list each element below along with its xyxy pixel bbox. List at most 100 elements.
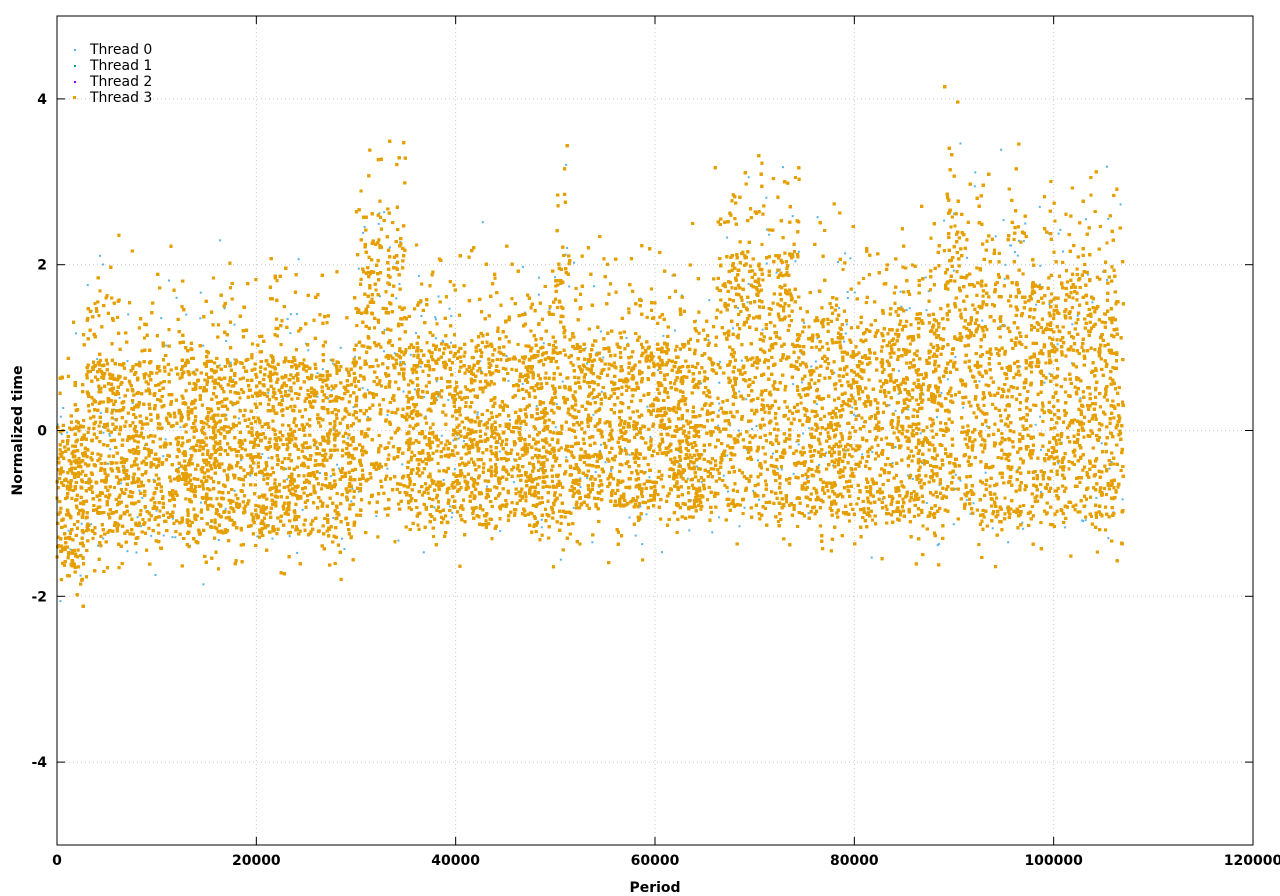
data-point (981, 320, 983, 322)
data-point (595, 471, 597, 473)
data-point (1122, 498, 1124, 500)
data-point (726, 455, 728, 457)
data-point (138, 490, 140, 492)
data-point (766, 262, 768, 264)
data-point (1044, 382, 1046, 384)
data-point (745, 398, 747, 400)
data-point (843, 341, 845, 343)
data-point (629, 517, 631, 519)
data-point (200, 502, 202, 504)
data-point (90, 523, 92, 525)
data-point (317, 396, 319, 398)
data-point (435, 318, 437, 320)
data-point (261, 453, 263, 455)
data-point (718, 409, 720, 411)
data-point (954, 356, 956, 358)
data-point (1085, 519, 1087, 521)
data-point (383, 350, 385, 352)
data-point (1039, 206, 1041, 208)
data-point (591, 541, 593, 543)
data-point (593, 285, 595, 287)
data-point (99, 255, 101, 257)
data-point (953, 523, 955, 525)
data-point (395, 297, 397, 299)
data-point (940, 392, 942, 394)
data-point (225, 508, 227, 510)
data-point (758, 499, 760, 501)
data-point (507, 380, 509, 382)
data-point (127, 313, 129, 315)
data-point (1095, 497, 1097, 499)
data-point (894, 446, 896, 448)
data-point (947, 378, 949, 380)
data-point (1091, 301, 1093, 303)
data-point (249, 475, 251, 477)
points-layer (56, 85, 1125, 608)
data-point (943, 220, 945, 222)
data-point (794, 260, 796, 262)
data-point (732, 327, 734, 329)
data-point (137, 516, 139, 518)
data-point (846, 323, 848, 325)
data-point (888, 404, 890, 406)
data-point (808, 512, 810, 514)
data-point (845, 332, 847, 334)
data-point (966, 499, 968, 501)
data-point (1040, 491, 1042, 493)
data-point (688, 529, 690, 531)
data-point (723, 475, 725, 477)
data-point (513, 481, 515, 483)
data-point (451, 512, 453, 514)
data-point (343, 548, 345, 550)
grid-layer (57, 16, 1253, 845)
data-point (719, 361, 721, 363)
data-point (538, 294, 540, 296)
data-point (202, 583, 204, 585)
data-point (450, 342, 452, 344)
data-point (600, 330, 602, 332)
scatter-chart: 0 20000 40000 60000 80000 100000 120000-4-2024… (0, 0, 1280, 896)
data-point (556, 403, 558, 405)
data-point (959, 480, 961, 482)
data-point (436, 380, 438, 382)
data-point (1004, 278, 1006, 280)
data-point (476, 414, 478, 416)
data-point (909, 307, 911, 309)
data-point (641, 543, 643, 545)
data-point (748, 176, 750, 178)
data-point (1040, 449, 1042, 451)
data-point (338, 468, 340, 470)
data-point (96, 358, 98, 360)
data-point (330, 389, 332, 391)
data-point (135, 551, 137, 553)
data-point (648, 476, 650, 478)
data-point (849, 257, 851, 259)
data-point (755, 425, 757, 427)
data-point (739, 525, 741, 527)
data-point (747, 301, 749, 303)
data-point (726, 237, 728, 239)
data-point (165, 345, 167, 347)
data-point (165, 438, 167, 440)
data-point (661, 551, 663, 553)
data-point (387, 414, 389, 416)
data-point (59, 600, 61, 602)
data-point (435, 337, 437, 339)
data-point (120, 482, 122, 484)
data-point (793, 473, 795, 475)
data-point (351, 488, 353, 490)
data-point (509, 419, 511, 421)
data-point (168, 280, 170, 282)
data-point (156, 510, 158, 512)
data-point (386, 468, 388, 470)
data-point (172, 536, 174, 538)
data-point (602, 357, 604, 359)
data-point (69, 548, 71, 550)
data-point (757, 459, 759, 461)
data-point (403, 391, 405, 393)
data-point (420, 366, 422, 368)
data-point (330, 475, 332, 477)
data-point (240, 459, 242, 461)
data-point (1062, 251, 1064, 253)
data-point (1064, 526, 1066, 528)
